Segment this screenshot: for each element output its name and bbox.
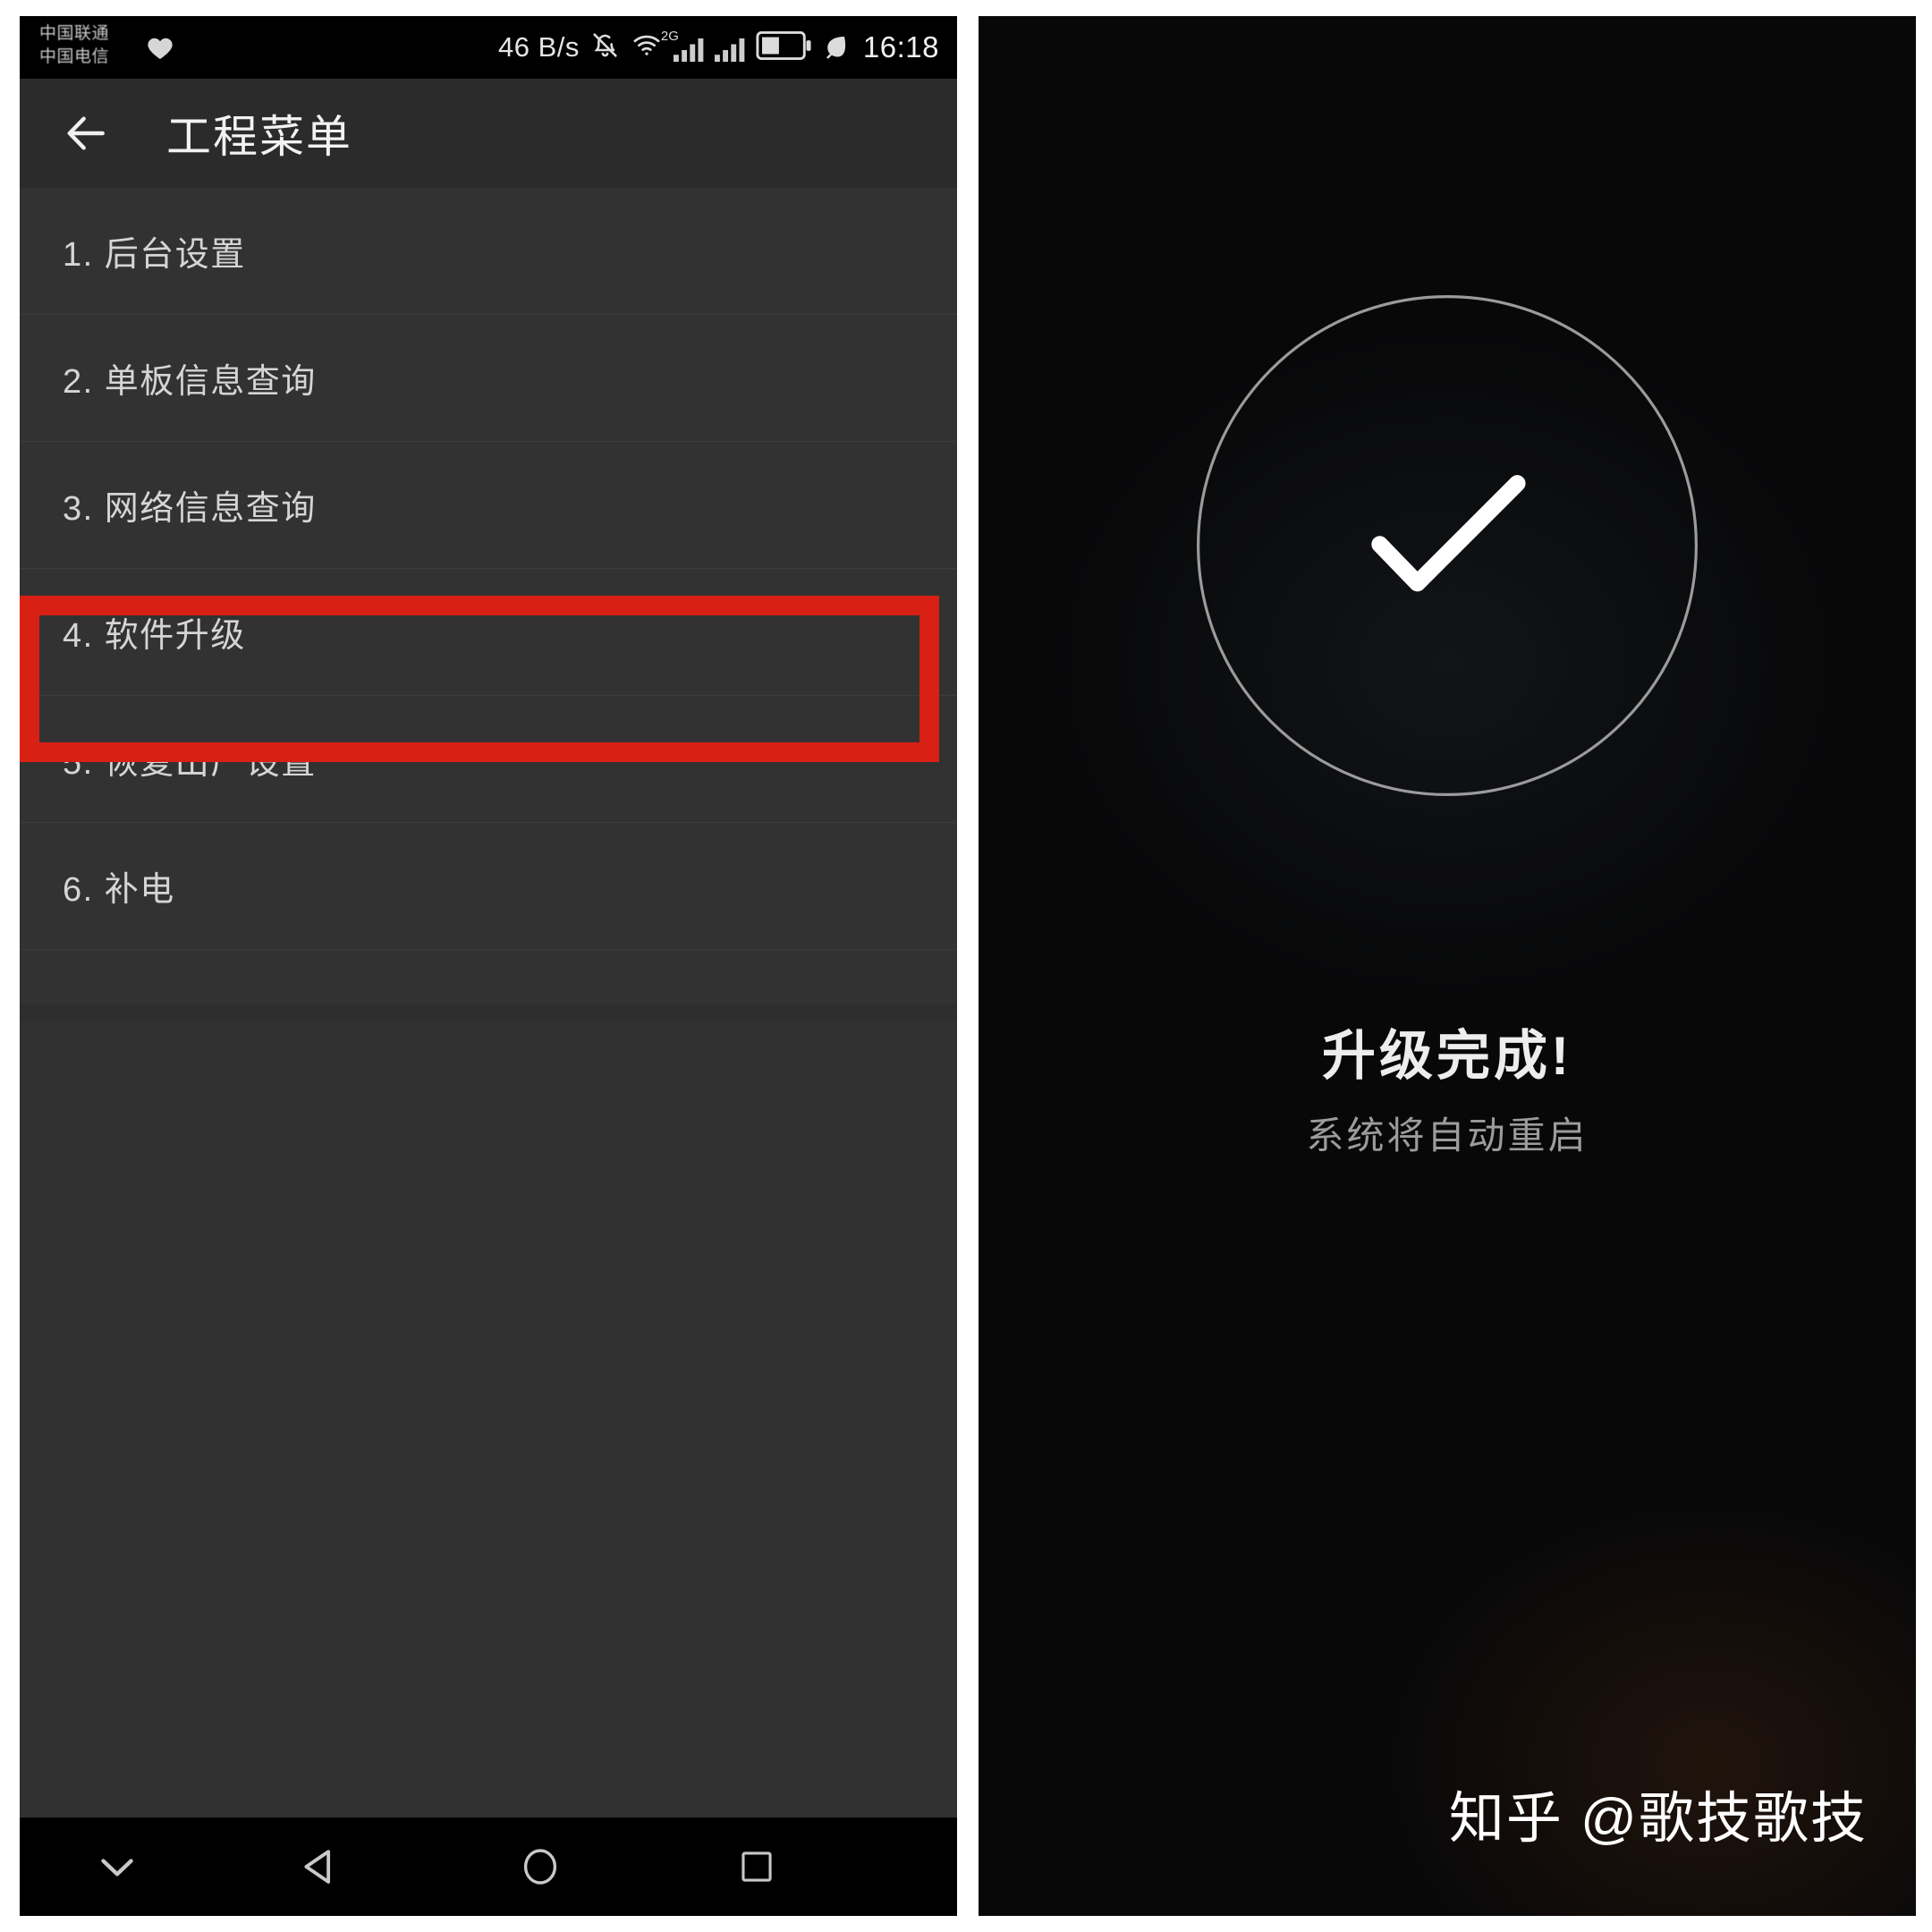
battery-icon <box>756 30 811 64</box>
status-bar-right-cluster: 46 B/s 2G 16:18 <box>498 16 939 79</box>
check-circle-icon <box>1188 286 1707 805</box>
menu-item-label: 3. 网络信息查询 <box>63 490 317 528</box>
app-bar: 工程菜单 <box>20 79 957 188</box>
screenshot-root: 中国联通 中国电信 46 B/s 2G 16:18 工程菜单 1. 后台设置 2… <box>0 0 1932 1932</box>
menu-item-label: 6. 补电 <box>63 871 175 909</box>
zhihu-watermark: 知乎 @歌技歌技 <box>1448 1788 1868 1850</box>
back-arrow-icon[interactable] <box>61 108 111 158</box>
right-phone-screenshot: 升级完成! 系统将自动重启 知乎 @歌技歌技 <box>979 16 1916 1916</box>
heart-icon <box>145 34 175 63</box>
menu-item-network-info-query[interactable]: 3. 网络信息查询 <box>20 442 957 569</box>
list-tail-spacer <box>20 950 957 1004</box>
circle-home-icon[interactable] <box>519 1845 562 1888</box>
square-recents-icon[interactable] <box>737 1847 776 1886</box>
signal-bars-icon-2 <box>714 32 745 63</box>
mute-bell-icon <box>590 30 620 64</box>
carrier-line-1: 中国联通 <box>39 24 110 43</box>
wifi-icon <box>631 30 663 64</box>
network-type-badge: 2G <box>660 29 679 44</box>
carrier-labels: 中国联通 中国电信 <box>39 22 109 69</box>
triangle-back-icon[interactable] <box>295 1843 343 1891</box>
empty-content-area <box>20 1021 957 1818</box>
menu-item-label: 5. 恢复出厂设置 <box>63 744 317 782</box>
upgrade-complete-title: 升级完成! <box>1322 1026 1572 1086</box>
leaf-icon <box>822 32 849 64</box>
carrier-line-2: 中国电信 <box>39 47 110 66</box>
menu-item-label: 2. 单板信息查询 <box>63 363 317 401</box>
menu-item-board-info-query[interactable]: 2. 单板信息查询 <box>20 315 957 442</box>
upgrade-complete-subtitle: 系统将自动重启 <box>1306 1114 1589 1157</box>
menu-item-label: 1. 后台设置 <box>63 236 246 274</box>
engineering-menu-list: 1. 后台设置 2. 单板信息查询 3. 网络信息查询 4. 软件升级 5. 恢… <box>20 188 957 1004</box>
status-bar-clock: 16:18 <box>862 30 939 64</box>
network-speed-label: 46 B/s <box>498 31 580 63</box>
menu-item-background-settings[interactable]: 1. 后台设置 <box>20 188 957 315</box>
page-title: 工程菜单 <box>166 112 352 162</box>
system-navigation-bar <box>20 1818 957 1916</box>
menu-item-battery-charge[interactable]: 6. 补电 <box>20 823 957 950</box>
signal-bars-icon-1: 2G <box>661 29 704 63</box>
menu-item-factory-reset[interactable]: 5. 恢复出厂设置 <box>20 696 957 823</box>
menu-item-label: 4. 软件升级 <box>63 617 246 655</box>
chevron-down-icon[interactable] <box>89 1839 145 1894</box>
left-phone-screenshot: 中国联通 中国电信 46 B/s 2G 16:18 工程菜单 1. 后台设置 2… <box>20 16 957 1916</box>
menu-item-software-upgrade[interactable]: 4. 软件升级 <box>20 569 957 696</box>
status-bar: 中国联通 中国电信 46 B/s 2G 16:18 <box>20 16 957 79</box>
